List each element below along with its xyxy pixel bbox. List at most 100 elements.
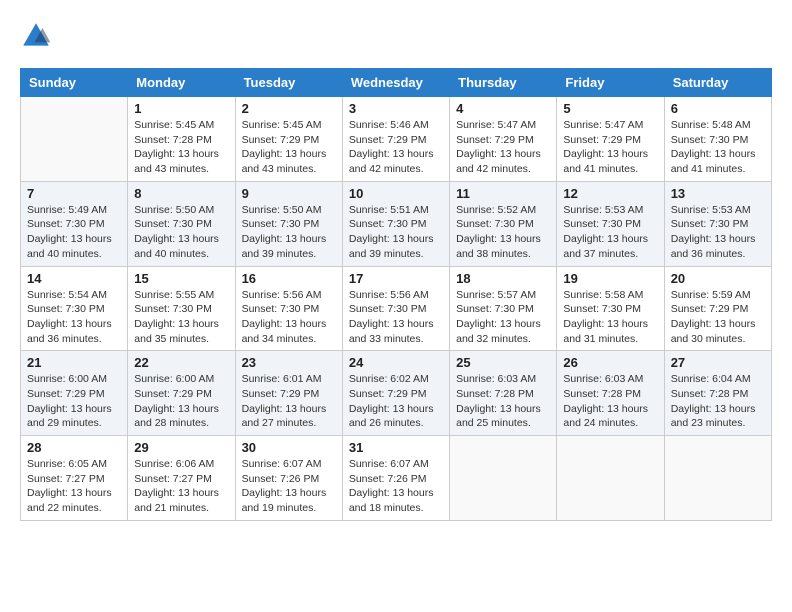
day-number: 19 xyxy=(563,271,657,286)
calendar-cell: 29 Sunrise: 6:06 AM Sunset: 7:27 PM Dayli… xyxy=(128,436,235,521)
calendar-cell: 12Sunrise: 5:53 AM Sunset: 7:30 PM Dayli… xyxy=(557,181,664,266)
day-info: Sunrise: 6:06 AM Sunset: 7:27 PM Dayligh… xyxy=(134,457,228,516)
day-number: 2 xyxy=(242,101,336,116)
calendar-cell: 10 Sunrise: 5:51 AM Sunset: 7:30 PM Dayli… xyxy=(342,181,449,266)
calendar-cell xyxy=(450,436,557,521)
calendar-cell: 20Sunrise: 5:59 AM Sunset: 7:29 PM Dayli… xyxy=(664,266,771,351)
day-number: 20 xyxy=(671,271,765,286)
calendar-cell: 3 Sunrise: 5:46 AM Sunset: 7:29 PM Daylig… xyxy=(342,97,449,182)
day-info: Sunrise: 5:56 AM Sunset: 7:30 PM Dayligh… xyxy=(349,288,443,347)
calendar-cell: 23Sunrise: 6:01 AM Sunset: 7:29 PM Dayli… xyxy=(235,351,342,436)
day-info: Sunrise: 6:07 AM Sunset: 7:26 PM Dayligh… xyxy=(242,457,336,516)
day-info: Sunrise: 6:04 AM Sunset: 7:28 PM Dayligh… xyxy=(671,372,765,431)
day-info: Sunrise: 6:02 AM Sunset: 7:29 PM Dayligh… xyxy=(349,372,443,431)
day-info: Sunrise: 6:03 AM Sunset: 7:28 PM Dayligh… xyxy=(563,372,657,431)
calendar-cell: 19 Sunrise: 5:58 AM Sunset: 7:30 PM Dayli… xyxy=(557,266,664,351)
calendar-week-row: 14Sunrise: 5:54 AM Sunset: 7:30 PM Dayli… xyxy=(21,266,772,351)
day-number: 26 xyxy=(563,355,657,370)
calendar-cell: 18Sunrise: 5:57 AM Sunset: 7:30 PM Dayli… xyxy=(450,266,557,351)
day-number: 13 xyxy=(671,186,765,201)
day-number: 30 xyxy=(242,440,336,455)
calendar-cell: 25 Sunrise: 6:03 AM Sunset: 7:28 PM Dayli… xyxy=(450,351,557,436)
day-number: 3 xyxy=(349,101,443,116)
day-number: 4 xyxy=(456,101,550,116)
day-info: Sunrise: 5:54 AM Sunset: 7:30 PM Dayligh… xyxy=(27,288,121,347)
day-info: Sunrise: 5:53 AM Sunset: 7:30 PM Dayligh… xyxy=(671,203,765,262)
day-number: 11 xyxy=(456,186,550,201)
calendar-cell: 21 Sunrise: 6:00 AM Sunset: 7:29 PM Dayli… xyxy=(21,351,128,436)
calendar-week-row: 1 Sunrise: 5:45 AM Sunset: 7:28 PM Daylig… xyxy=(21,97,772,182)
day-info: Sunrise: 5:58 AM Sunset: 7:30 PM Dayligh… xyxy=(563,288,657,347)
day-number: 29 xyxy=(134,440,228,455)
calendar-cell: 2 Sunrise: 5:45 AM Sunset: 7:29 PM Daylig… xyxy=(235,97,342,182)
day-info: Sunrise: 6:03 AM Sunset: 7:28 PM Dayligh… xyxy=(456,372,550,431)
calendar-cell: 26 Sunrise: 6:03 AM Sunset: 7:28 PM Dayli… xyxy=(557,351,664,436)
calendar-cell: 22 Sunrise: 6:00 AM Sunset: 7:29 PM Dayli… xyxy=(128,351,235,436)
day-number: 25 xyxy=(456,355,550,370)
day-number: 12 xyxy=(563,186,657,201)
weekday-header: Tuesday xyxy=(235,69,342,97)
calendar-week-row: 21 Sunrise: 6:00 AM Sunset: 7:29 PM Dayli… xyxy=(21,351,772,436)
day-number: 1 xyxy=(134,101,228,116)
day-number: 31 xyxy=(349,440,443,455)
calendar-week-row: 28Sunrise: 6:05 AM Sunset: 7:27 PM Dayli… xyxy=(21,436,772,521)
calendar-cell: 11 Sunrise: 5:52 AM Sunset: 7:30 PM Dayli… xyxy=(450,181,557,266)
day-number: 10 xyxy=(349,186,443,201)
calendar-cell: 1 Sunrise: 5:45 AM Sunset: 7:28 PM Daylig… xyxy=(128,97,235,182)
day-number: 24 xyxy=(349,355,443,370)
weekday-header: Saturday xyxy=(664,69,771,97)
calendar-cell: 4Sunrise: 5:47 AM Sunset: 7:29 PM Daylig… xyxy=(450,97,557,182)
calendar-cell: 31 Sunrise: 6:07 AM Sunset: 7:26 PM Dayli… xyxy=(342,436,449,521)
day-info: Sunrise: 5:50 AM Sunset: 7:30 PM Dayligh… xyxy=(134,203,228,262)
day-info: Sunrise: 5:55 AM Sunset: 7:30 PM Dayligh… xyxy=(134,288,228,347)
calendar-table: SundayMondayTuesdayWednesdayThursdayFrid… xyxy=(20,68,772,521)
day-info: Sunrise: 5:45 AM Sunset: 7:28 PM Dayligh… xyxy=(134,118,228,177)
day-info: Sunrise: 5:45 AM Sunset: 7:29 PM Dayligh… xyxy=(242,118,336,177)
page-header xyxy=(20,20,772,52)
day-number: 8 xyxy=(134,186,228,201)
day-info: Sunrise: 5:49 AM Sunset: 7:30 PM Dayligh… xyxy=(27,203,121,262)
calendar-cell: 24 Sunrise: 6:02 AM Sunset: 7:29 PM Dayli… xyxy=(342,351,449,436)
day-info: Sunrise: 5:46 AM Sunset: 7:29 PM Dayligh… xyxy=(349,118,443,177)
calendar-cell xyxy=(557,436,664,521)
day-number: 7 xyxy=(27,186,121,201)
calendar-cell: 15 Sunrise: 5:55 AM Sunset: 7:30 PM Dayli… xyxy=(128,266,235,351)
day-number: 27 xyxy=(671,355,765,370)
weekday-header: Wednesday xyxy=(342,69,449,97)
day-info: Sunrise: 6:05 AM Sunset: 7:27 PM Dayligh… xyxy=(27,457,121,516)
day-info: Sunrise: 5:47 AM Sunset: 7:29 PM Dayligh… xyxy=(563,118,657,177)
day-info: Sunrise: 5:48 AM Sunset: 7:30 PM Dayligh… xyxy=(671,118,765,177)
day-info: Sunrise: 5:52 AM Sunset: 7:30 PM Dayligh… xyxy=(456,203,550,262)
weekday-header: Thursday xyxy=(450,69,557,97)
calendar-cell: 16Sunrise: 5:56 AM Sunset: 7:30 PM Dayli… xyxy=(235,266,342,351)
day-info: Sunrise: 5:56 AM Sunset: 7:30 PM Dayligh… xyxy=(242,288,336,347)
calendar-cell: 13 Sunrise: 5:53 AM Sunset: 7:30 PM Dayli… xyxy=(664,181,771,266)
calendar-cell: 28Sunrise: 6:05 AM Sunset: 7:27 PM Dayli… xyxy=(21,436,128,521)
day-number: 15 xyxy=(134,271,228,286)
calendar-cell: 9 Sunrise: 5:50 AM Sunset: 7:30 PM Daylig… xyxy=(235,181,342,266)
calendar-cell: 17 Sunrise: 5:56 AM Sunset: 7:30 PM Dayli… xyxy=(342,266,449,351)
day-info: Sunrise: 6:00 AM Sunset: 7:29 PM Dayligh… xyxy=(134,372,228,431)
logo-icon xyxy=(20,20,52,52)
day-info: Sunrise: 5:57 AM Sunset: 7:30 PM Dayligh… xyxy=(456,288,550,347)
calendar-cell: 14Sunrise: 5:54 AM Sunset: 7:30 PM Dayli… xyxy=(21,266,128,351)
day-number: 17 xyxy=(349,271,443,286)
day-number: 21 xyxy=(27,355,121,370)
day-info: Sunrise: 6:07 AM Sunset: 7:26 PM Dayligh… xyxy=(349,457,443,516)
calendar-cell: 7 Sunrise: 5:49 AM Sunset: 7:30 PM Daylig… xyxy=(21,181,128,266)
calendar-cell xyxy=(664,436,771,521)
day-info: Sunrise: 5:50 AM Sunset: 7:30 PM Dayligh… xyxy=(242,203,336,262)
weekday-header: Monday xyxy=(128,69,235,97)
day-info: Sunrise: 6:00 AM Sunset: 7:29 PM Dayligh… xyxy=(27,372,121,431)
day-number: 23 xyxy=(242,355,336,370)
calendar-cell: 5 Sunrise: 5:47 AM Sunset: 7:29 PM Daylig… xyxy=(557,97,664,182)
day-info: Sunrise: 5:51 AM Sunset: 7:30 PM Dayligh… xyxy=(349,203,443,262)
day-number: 5 xyxy=(563,101,657,116)
calendar-week-row: 7 Sunrise: 5:49 AM Sunset: 7:30 PM Daylig… xyxy=(21,181,772,266)
calendar-cell xyxy=(21,97,128,182)
calendar-cell: 6Sunrise: 5:48 AM Sunset: 7:30 PM Daylig… xyxy=(664,97,771,182)
logo xyxy=(20,20,56,52)
day-number: 9 xyxy=(242,186,336,201)
day-number: 22 xyxy=(134,355,228,370)
calendar-cell: 30 Sunrise: 6:07 AM Sunset: 7:26 PM Dayli… xyxy=(235,436,342,521)
